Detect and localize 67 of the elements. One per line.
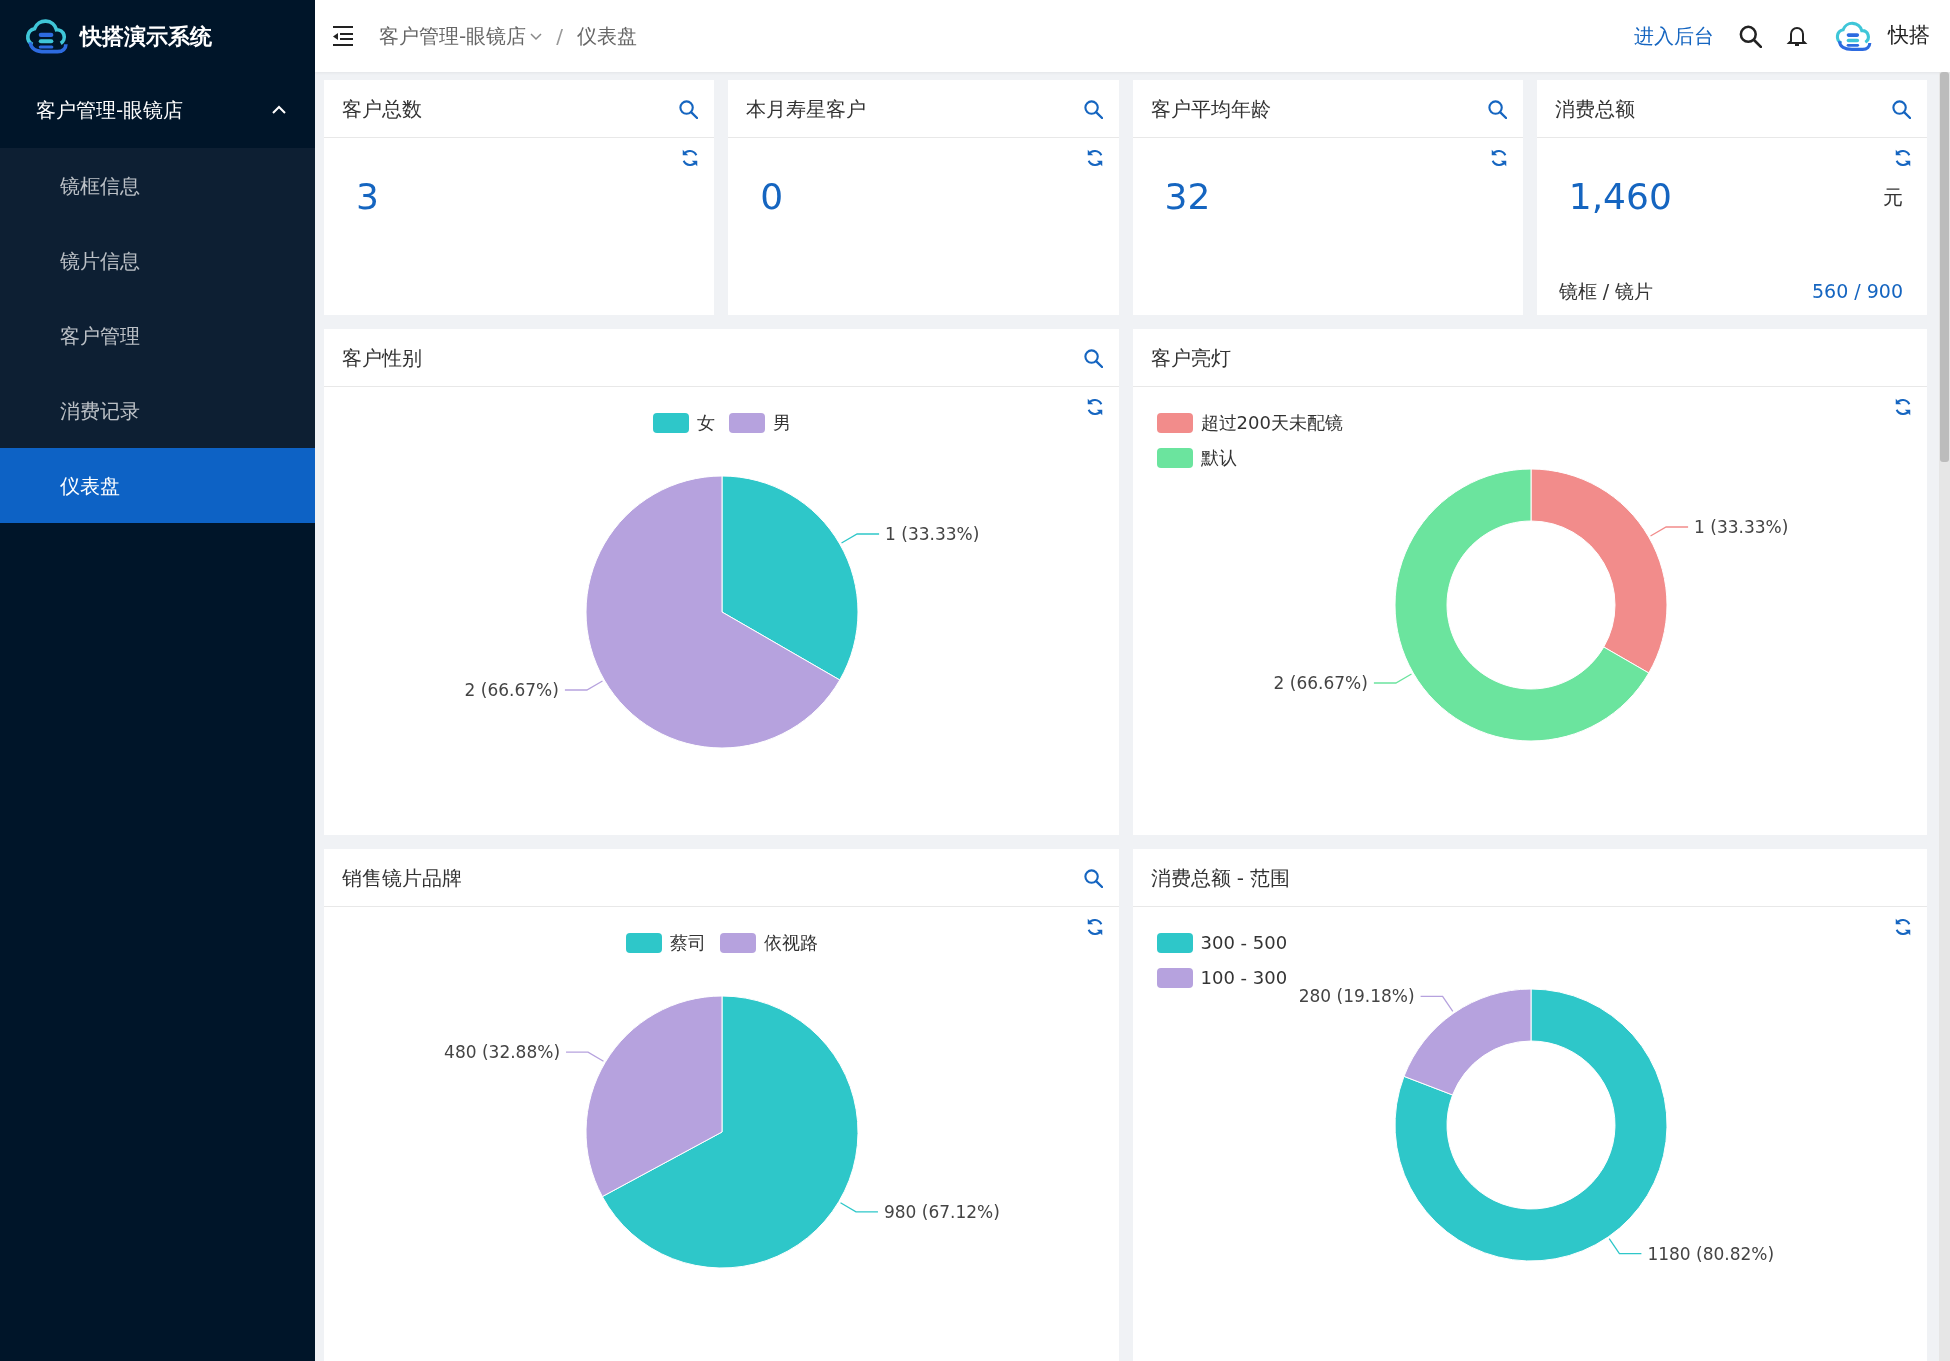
card-title: 消费总额 xyxy=(1554,95,1635,123)
data-label: 480 (32.88%) xyxy=(444,1042,561,1063)
breadcrumb-item[interactable]: 客户管理-眼镜店 xyxy=(379,21,543,51)
breadcrumb-separator: / xyxy=(556,23,563,50)
legend-swatch[interactable] xyxy=(626,932,663,953)
card-title: 消费总额 - 范围 xyxy=(1150,864,1291,892)
refresh-icon[interactable] xyxy=(1893,397,1913,417)
app-title: 快搭演示系统 xyxy=(80,22,212,51)
data-label: 1 (33.33%) xyxy=(885,524,980,544)
card-title: 客户总数 xyxy=(342,95,422,123)
legend-swatch[interactable] xyxy=(1156,932,1193,953)
card-title: 客户性别 xyxy=(342,344,422,372)
legend-label: 女 xyxy=(697,411,716,435)
admin-link[interactable]: 进入后台 xyxy=(1634,21,1714,51)
leader-line xyxy=(1372,673,1412,684)
scrollbar-thumb[interactable] xyxy=(1940,72,1949,462)
legend-label: 300 - 500 xyxy=(1200,931,1288,955)
refresh-icon[interactable] xyxy=(1893,917,1913,937)
data-label: 1180 (80.82%) xyxy=(1646,1243,1774,1264)
stat-value: 32 xyxy=(1163,175,1211,219)
search-icon[interactable] xyxy=(1738,24,1762,48)
legend-swatch[interactable] xyxy=(729,412,766,433)
data-label: 2 (66.67%) xyxy=(464,680,559,700)
leader-line xyxy=(1649,526,1689,537)
legend-label: 超过200天未配镜 xyxy=(1200,411,1343,435)
legend-swatch[interactable] xyxy=(720,932,757,953)
legend-swatch[interactable] xyxy=(1156,412,1193,433)
data-label: 280 (19.18%) xyxy=(1298,986,1415,1007)
unit-label: 元 xyxy=(1883,184,1904,211)
menu-item[interactable]: 客户管理 xyxy=(0,298,315,373)
refresh-icon[interactable] xyxy=(1893,148,1913,168)
leader-line xyxy=(1608,1238,1642,1255)
legend-swatch[interactable] xyxy=(653,412,690,433)
menu-item[interactable]: 仪表盘 xyxy=(0,448,315,523)
stat-value: 0 xyxy=(759,175,784,219)
menu-item[interactable]: 消费记录 xyxy=(0,373,315,448)
legend-swatch[interactable] xyxy=(1156,967,1193,988)
menu-item[interactable]: 镜框信息 xyxy=(0,148,315,223)
leader-line xyxy=(839,1202,879,1213)
leader-line xyxy=(1419,995,1453,1012)
stat-value: 1,460 xyxy=(1567,175,1672,219)
leader-line xyxy=(840,533,880,544)
menu-group[interactable]: 客户管理-眼镜店 xyxy=(0,72,315,148)
legend-label: 100 - 300 xyxy=(1200,966,1288,990)
breadcrumb-item[interactable]: 仪表盘 xyxy=(576,21,637,51)
menu-fold-icon[interactable] xyxy=(331,24,355,48)
card-title: 客户平均年龄 xyxy=(1150,95,1271,123)
legend-label: 蔡司 xyxy=(670,931,707,955)
leader-line xyxy=(564,680,604,691)
legend-swatch[interactable] xyxy=(1156,447,1193,468)
card-title: 本月寿星客户 xyxy=(746,95,867,123)
legend-label: 默认 xyxy=(1200,446,1237,470)
user-name[interactable]: 快搭 xyxy=(1888,20,1930,52)
scrollbar[interactable] xyxy=(1939,72,1950,1361)
data-label: 980 (67.12%) xyxy=(883,1201,1000,1222)
bell-icon[interactable] xyxy=(1786,24,1808,48)
menu-item[interactable]: 镜片信息 xyxy=(0,223,315,298)
card-title: 客户亮灯 xyxy=(1150,344,1231,372)
breakdown-label: 镜框 / 镜片 xyxy=(1558,278,1654,304)
breakdown-value: 560 / 900 xyxy=(1812,278,1903,304)
leader-line xyxy=(565,1051,605,1062)
card-title: 销售镜片品牌 xyxy=(342,864,462,892)
legend-label: 依视路 xyxy=(764,931,819,955)
legend-label: 男 xyxy=(773,411,792,435)
stat-value: 3 xyxy=(355,175,379,219)
data-label: 2 (66.67%) xyxy=(1273,673,1368,693)
data-label: 1 (33.33%) xyxy=(1693,517,1788,537)
